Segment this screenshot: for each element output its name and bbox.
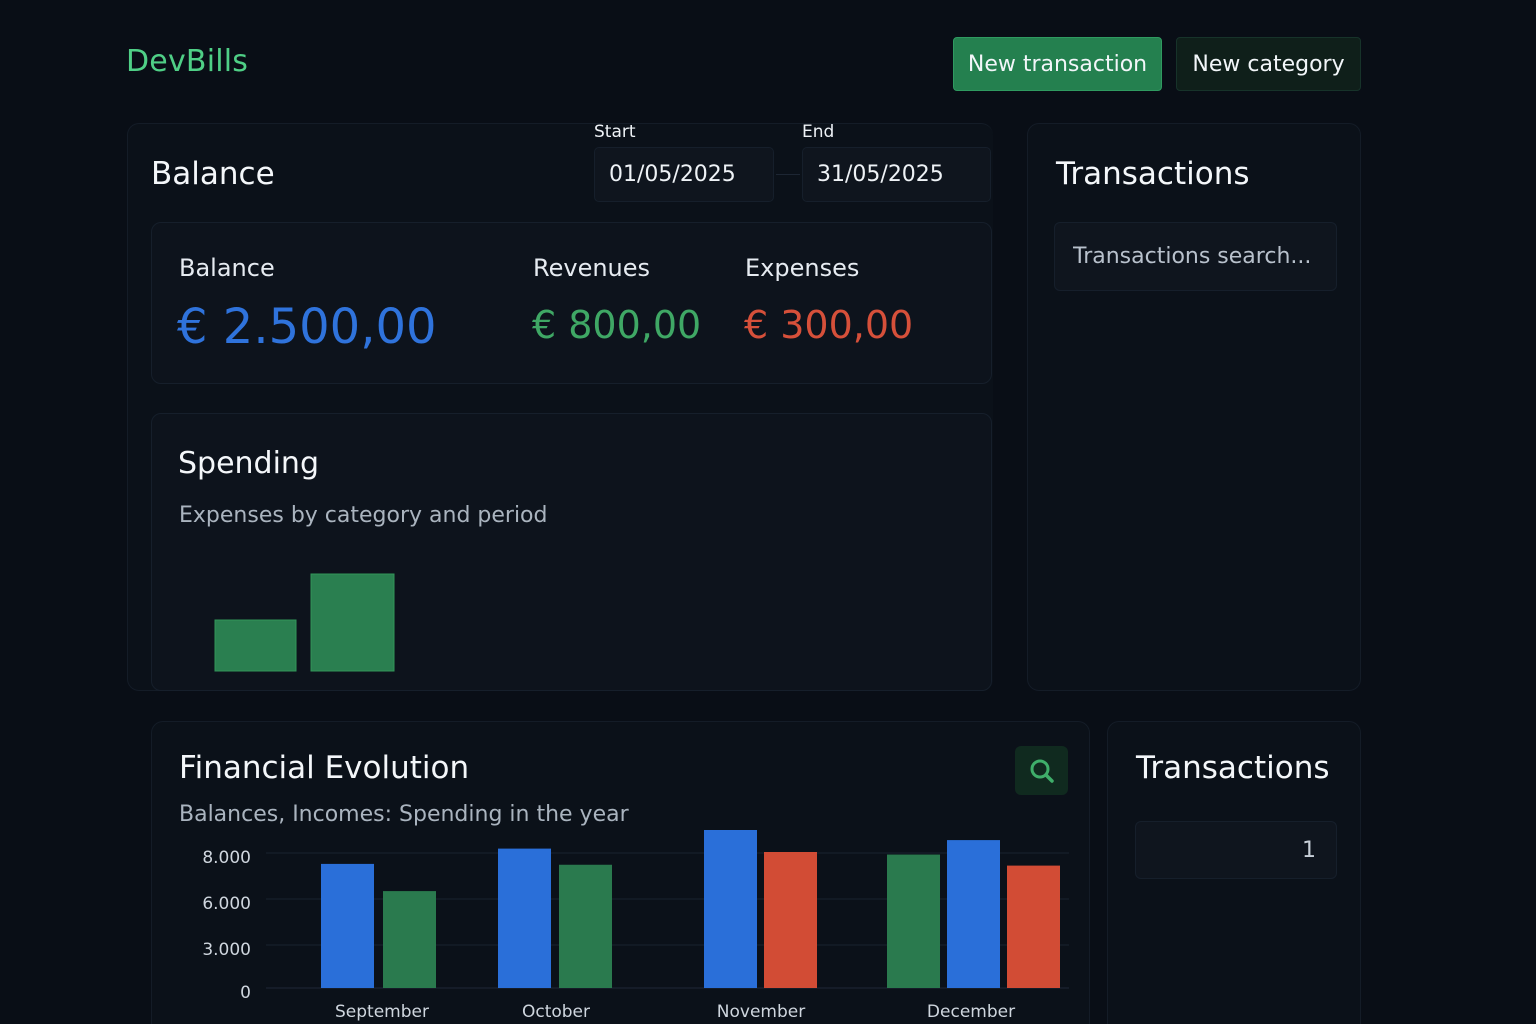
expenses-value: € 300,00 xyxy=(744,303,914,347)
spending-title: Spending xyxy=(178,446,319,481)
search-icon xyxy=(1030,759,1054,783)
new-category-button[interactable]: New category xyxy=(1176,37,1361,91)
spending-chart xyxy=(214,573,395,672)
balance-value: € 2.500,00 xyxy=(177,299,437,355)
evolution-bar-september[interactable] xyxy=(383,891,436,988)
financial-evolution-title: Financial Evolution xyxy=(179,750,470,786)
financial-evolution-chart: 0 3.000 6.000 8.000 September October November… xyxy=(202,830,1069,1022)
start-date-input[interactable]: 01/05/2025 xyxy=(594,147,774,202)
x-tick-label: November xyxy=(717,1002,805,1022)
evolution-bar-december[interactable] xyxy=(947,840,1000,988)
end-date-input[interactable]: 31/05/2025 xyxy=(802,147,991,202)
evolution-bar-september[interactable] xyxy=(321,863,374,988)
app-logo[interactable]: DevBills xyxy=(126,44,248,79)
evolution-bar-october[interactable] xyxy=(498,848,551,988)
evolution-bar-november[interactable] xyxy=(764,852,817,988)
new-transaction-button[interactable]: New transaction xyxy=(953,37,1162,91)
transactions-panel xyxy=(1027,123,1361,691)
y-tick-label: 0 xyxy=(240,983,251,1003)
spending-bar-1[interactable] xyxy=(214,619,297,672)
revenues-value: € 800,00 xyxy=(532,303,702,347)
app-root: DevBills New transaction New category Ba… xyxy=(0,0,1536,1024)
transactions-summary-title: Transactions xyxy=(1136,750,1330,786)
evolution-search-button[interactable] xyxy=(1015,746,1068,795)
transactions-search-input[interactable] xyxy=(1054,222,1337,291)
spending-subtitle: Expenses by category and period xyxy=(179,503,548,528)
evolution-bar-october[interactable] xyxy=(559,864,612,988)
y-tick-label: 3.000 xyxy=(202,940,251,960)
x-tick-label: December xyxy=(927,1002,1015,1022)
revenues-label: Revenues xyxy=(533,254,651,282)
spending-bar-2[interactable] xyxy=(310,573,395,672)
financial-evolution-subtitle: Balances, Incomes: Spending in the year xyxy=(179,802,629,827)
balance-label: Balance xyxy=(179,254,275,282)
end-date-label: End xyxy=(802,122,835,142)
start-date-label: Start xyxy=(594,122,636,142)
expenses-label: Expenses xyxy=(745,254,860,282)
x-tick-label: October xyxy=(522,1002,590,1022)
x-tick-label: September xyxy=(335,1002,429,1022)
date-separator xyxy=(776,174,800,175)
transactions-title: Transactions xyxy=(1056,156,1250,192)
balance-panel-title: Balance xyxy=(151,156,275,192)
evolution-bar-december[interactable] xyxy=(887,854,940,988)
y-tick-label: 8.000 xyxy=(202,848,251,868)
y-tick-label: 6.000 xyxy=(202,894,251,914)
evolution-bar-november[interactable] xyxy=(704,830,757,988)
transactions-page-indicator[interactable]: 1 xyxy=(1135,821,1337,879)
evolution-bar-december[interactable] xyxy=(1007,865,1060,988)
